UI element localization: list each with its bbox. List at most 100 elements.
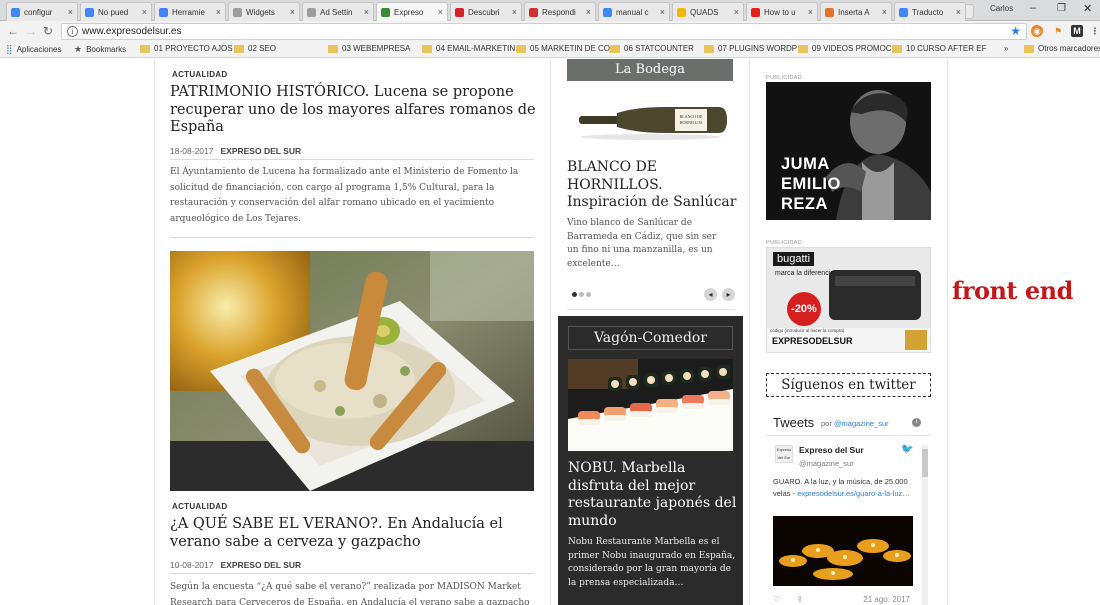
article-author[interactable]: EXPRESO DEL SUR <box>220 146 301 156</box>
close-tab-icon[interactable]: × <box>956 7 961 17</box>
ad-bugatti[interactable]: bugatti marca la diferencia -20% código … <box>766 247 931 353</box>
tweet-account-name[interactable]: Expreso del Sur <box>799 445 864 455</box>
browser-tab[interactable]: Inserta A × <box>820 2 892 21</box>
article-category[interactable]: ACTUALIDAD <box>172 70 227 79</box>
section-title-bodega[interactable]: La Bodega <box>567 59 733 81</box>
info-icon[interactable]: i <box>912 418 921 427</box>
close-tab-icon[interactable]: × <box>68 7 73 17</box>
browser-tab[interactable]: Herramie × <box>154 2 226 21</box>
bodega-article-excerpt: Vino blanco de Sanlúcar de Barrameda en … <box>567 218 717 269</box>
minimize-icon[interactable]: – <box>1030 2 1036 14</box>
profile-name[interactable]: Carlos <box>990 4 1013 13</box>
reload-icon[interactable]: ↻ <box>43 24 53 38</box>
browser-tab[interactable]: How to u × <box>746 2 818 21</box>
heart-icon[interactable]: ♡ <box>773 595 780 604</box>
svg-text:HORNILLOS: HORNILLOS <box>680 120 703 125</box>
back-icon[interactable]: ← <box>7 24 19 38</box>
tab-title: Respondi <box>542 7 576 17</box>
tweet-date[interactable]: 21 ago. 2017 <box>863 595 910 604</box>
slider-dot[interactable] <box>586 292 591 297</box>
article-author[interactable]: EXPRESO DEL SUR <box>220 560 301 570</box>
site-info-icon[interactable]: i <box>67 26 78 37</box>
avatar[interactable]: Expreso del Sur <box>775 445 793 463</box>
restore-icon[interactable]: ❐ <box>1057 3 1066 14</box>
close-tab-icon[interactable]: × <box>660 7 665 17</box>
forward-icon[interactable]: → <box>25 24 37 38</box>
discount-badge: -20% <box>787 292 821 326</box>
article-title[interactable]: ¿A QUÉ SABE EL VERANO?. En Andalucía el … <box>170 516 538 551</box>
bookmark-star-icon[interactable]: ★ <box>1010 24 1021 38</box>
extension-m-icon[interactable]: M <box>1071 25 1083 37</box>
browser-tab[interactable]: No pued × <box>80 2 152 21</box>
slider-dot[interactable] <box>579 292 584 297</box>
url-text[interactable]: www.expresodelsur.es <box>82 26 182 37</box>
article-title[interactable]: PATRIMONIO HISTÓRICO. Lucena se propone … <box>170 84 538 137</box>
section-title-vagon[interactable]: Vagón-Comedor <box>568 326 733 350</box>
slider-dot[interactable] <box>572 292 577 297</box>
wine-bottle-image[interactable]: BLANCO DE HORNILLOS <box>567 87 733 152</box>
scrollbar-thumb[interactable] <box>922 449 928 477</box>
address-bar[interactable]: i www.expresodelsur.es ★ <box>61 23 1027 40</box>
bookmark-folder[interactable]: 02 SEO <box>234 44 276 53</box>
bookmark-folder[interactable]: 06 STATCOUNTER <box>610 44 694 53</box>
browser-tab[interactable]: Respondi × <box>524 2 596 21</box>
browser-tab[interactable]: Traducto × <box>894 2 966 21</box>
close-tab-icon[interactable]: × <box>512 7 517 17</box>
bookmark-folder[interactable]: 09 VIDEOS PROMOC <box>798 44 892 53</box>
tweets-handle-link[interactable]: @magazine_sur <box>834 419 889 428</box>
sushi-image[interactable] <box>568 359 733 451</box>
browser-tab[interactable]: Widgets × <box>228 2 300 21</box>
share-icon[interactable]: ⇪ <box>796 595 803 604</box>
twitter-follow-title[interactable]: Síguenos en twitter <box>766 373 931 397</box>
article-date: 10-08-2017 <box>170 560 214 570</box>
divider <box>170 237 534 238</box>
close-tab-icon[interactable]: × <box>586 7 591 17</box>
browser-tab[interactable]: configur × <box>6 2 78 21</box>
shop-logo-icon <box>905 330 927 350</box>
close-tab-icon[interactable]: × <box>882 7 887 17</box>
browser-tab[interactable]: Ad Settin × <box>302 2 374 21</box>
bookmark-folder[interactable]: 07 PLUGINS WORDP <box>704 44 797 53</box>
bodega-article-title[interactable]: BLANCO DE HORNILLOS. Inspiración de Sanl… <box>567 159 737 212</box>
bookmark-bookmarks[interactable]: ★ Bookmarks <box>74 44 126 55</box>
slider-prev-icon[interactable]: ◂ <box>704 288 717 301</box>
extension-flag-icon[interactable]: ⚑ <box>1052 25 1064 37</box>
close-tab-icon[interactable]: × <box>364 7 369 17</box>
close-window-icon[interactable]: ✕ <box>1083 2 1092 15</box>
tweet-link[interactable]: expresodelsur.es/guaro-a-la-luz… <box>797 489 910 498</box>
close-tab-icon[interactable]: × <box>290 7 295 17</box>
slider-pagination[interactable] <box>572 292 591 297</box>
twitter-timeline-widget[interactable]: Tweets por @magazine_sur i Expreso del S… <box>766 405 931 605</box>
bookmark-apps[interactable]: ⣿ Aplicaciones <box>6 44 62 55</box>
bookmark-folder[interactable]: 04 EMAIL-MARKETIN <box>422 44 515 53</box>
close-tab-icon[interactable]: × <box>438 7 443 17</box>
bookmark-folder[interactable]: 01 PROYECTO AJOS <box>140 44 233 53</box>
other-bookmarks[interactable]: Otros marcadores <box>1024 44 1100 53</box>
extension-avast-icon[interactable]: ◉ <box>1031 25 1043 37</box>
slider-next-icon[interactable]: ▸ <box>722 288 735 301</box>
vagon-article-title[interactable]: NOBU. Marbella disfruta del mejor restau… <box>568 460 738 530</box>
bookmarks-overflow-button[interactable]: » <box>1004 44 1008 53</box>
menu-icon[interactable]: ⋮ <box>1089 25 1100 37</box>
close-tab-icon[interactable]: × <box>734 7 739 17</box>
bookmark-label: 07 PLUGINS WORDP <box>718 44 798 53</box>
browser-tab[interactable]: Expreso × <box>376 2 448 21</box>
tweet-account-handle[interactable]: @magazine_sur <box>799 459 854 468</box>
browser-tab[interactable]: Descubri × <box>450 2 522 21</box>
article-image-ensaladilla[interactable] <box>170 251 534 491</box>
article-category[interactable]: ACTUALIDAD <box>172 502 227 511</box>
bookmark-folder[interactable]: 10 CURSO AFTER EF <box>892 44 986 53</box>
close-tab-icon[interactable]: × <box>808 7 813 17</box>
close-tab-icon[interactable]: × <box>142 7 147 17</box>
twitter-bird-icon[interactable]: 🐦 <box>901 444 913 455</box>
ad-juma-emilio-reza[interactable]: JUMA EMILIO REZA <box>766 82 931 220</box>
divider <box>947 59 948 605</box>
browser-tab[interactable]: QUADS × <box>672 2 744 21</box>
bookmark-folder[interactable]: 05 MARKETIN DE CO <box>516 44 610 53</box>
tweet-candles-image[interactable] <box>773 516 913 586</box>
browser-tab[interactable]: manual c × <box>598 2 670 21</box>
folder-icon <box>140 44 150 53</box>
close-tab-icon[interactable]: × <box>216 7 221 17</box>
scrollbar[interactable] <box>922 445 928 605</box>
bookmark-folder[interactable]: 03 WEBEMPRESA <box>328 44 410 53</box>
